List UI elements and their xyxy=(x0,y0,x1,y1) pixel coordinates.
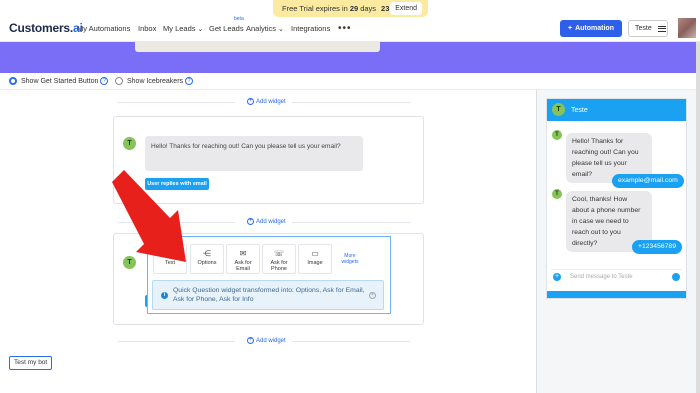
preview-footer xyxy=(547,291,686,298)
chat-preview: T Teste T Hello! Thanks for reaching out… xyxy=(546,98,687,299)
add-attachment-icon[interactable]: + xyxy=(553,273,561,281)
avatar: T xyxy=(552,103,565,116)
preview-message-input[interactable]: + Send message to Teste xyxy=(551,269,682,283)
preview-user-message: +123456789 xyxy=(632,240,682,254)
send-icon[interactable] xyxy=(672,273,680,281)
red-arrow-shape xyxy=(112,170,186,262)
preview-title: Teste xyxy=(571,106,588,114)
avatar: T xyxy=(552,189,562,199)
preview-header: T Teste xyxy=(547,99,686,121)
preview-input-placeholder: Send message to Teste xyxy=(570,274,633,280)
avatar: T xyxy=(552,130,562,140)
preview-user-message: example@mail.com xyxy=(612,174,684,188)
